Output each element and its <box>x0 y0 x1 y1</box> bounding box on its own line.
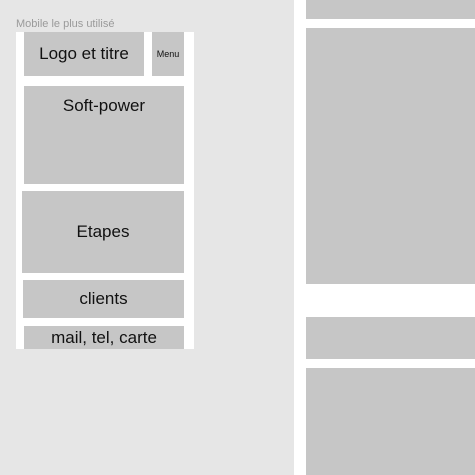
right-placeholder-block[interactable] <box>306 28 475 284</box>
contact-block[interactable]: mail, tel, carte <box>24 326 184 349</box>
logo-title-block[interactable]: Logo et titre <box>24 32 144 76</box>
mobile-frame[interactable]: Logo et titre Menu Soft-power Etapes cli… <box>16 32 194 349</box>
menu-block[interactable]: Menu <box>152 32 184 76</box>
frame-label: Mobile le plus utilisé <box>16 18 115 30</box>
right-placeholder-block[interactable] <box>306 0 475 19</box>
clients-block[interactable]: clients <box>23 280 184 318</box>
wireframe-canvas-left: Mobile le plus utilisé Logo et titre Men… <box>0 0 294 475</box>
right-placeholder-block[interactable] <box>306 317 475 359</box>
soft-power-block[interactable]: Soft-power <box>24 86 184 184</box>
wireframe-canvas-right <box>296 0 475 475</box>
right-placeholder-block[interactable] <box>306 368 475 475</box>
etapes-block[interactable]: Etapes <box>22 191 184 273</box>
